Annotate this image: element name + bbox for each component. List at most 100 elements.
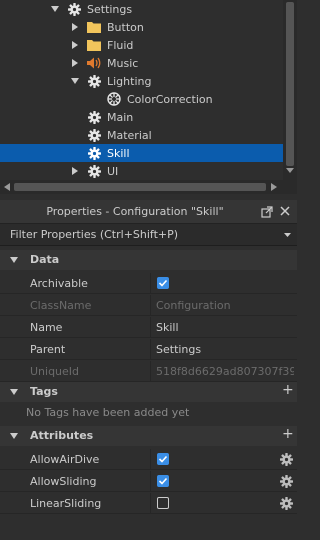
scroll-left-icon[interactable] [4, 183, 10, 191]
properties-header: Properties - Configuration "Skill" [0, 200, 297, 224]
tree-item-button[interactable]: Button [0, 18, 283, 36]
tree-item-fluid[interactable]: Fluid [0, 36, 283, 54]
attribute-row-allowairdive: AllowAirDive [0, 449, 297, 470]
column-divider [150, 493, 151, 514]
tree-item-label: Lighting [107, 74, 152, 88]
attribute-row-linearsliding: LinearSliding [0, 493, 297, 514]
name-value-field[interactable]: Skill [156, 321, 294, 334]
filter-properties-input[interactable] [0, 224, 280, 245]
tree-item-skill[interactable]: Skill [0, 144, 283, 162]
tree-item-label: Material [107, 128, 152, 142]
tree-item-label: ColorCorrection [127, 92, 213, 106]
property-name: UniqueId [30, 365, 80, 378]
property-row-archivable: Archivable [0, 273, 297, 294]
tree-item-colorcorrection[interactable]: ColorCorrection [0, 90, 283, 108]
collapsed-arrow-icon[interactable] [70, 22, 80, 32]
checkmark-icon [158, 455, 168, 463]
tree-item-label: UI [107, 164, 119, 178]
no-tags-message: No Tags have been added yet [26, 406, 190, 419]
tree-item-label: Button [107, 20, 144, 34]
scroll-right-icon[interactable] [271, 183, 277, 191]
gear-icon [87, 128, 101, 142]
explorer-panel: Settings Button Fluid Music Lighting Col… [0, 0, 297, 196]
tree-item-label: Skill [107, 146, 130, 160]
archivable-checkbox[interactable] [157, 277, 169, 289]
horizontal-scrollbar[interactable] [0, 180, 297, 194]
speaker-icon [87, 56, 101, 70]
section-data[interactable]: Data [0, 250, 297, 270]
attribute-name: AllowSliding [30, 475, 97, 488]
expanded-arrow-icon[interactable] [50, 4, 60, 14]
gear-icon [87, 74, 101, 88]
column-divider [150, 449, 151, 470]
tree-item-lighting[interactable]: Lighting [0, 72, 283, 90]
section-attributes[interactable]: Attributes + [0, 426, 297, 446]
tree-item-label: Music [107, 56, 139, 70]
property-row-uniqueid: UniqueId 518f8d6629ad807307f39... [0, 361, 297, 382]
property-row-name: Name Skill [0, 317, 297, 338]
column-divider [150, 273, 151, 294]
property-row-parent: Parent Settings [0, 339, 297, 360]
checkmark-icon [158, 279, 168, 287]
gear-icon [87, 110, 101, 124]
property-row-classname: ClassName Configuration [0, 295, 297, 316]
column-divider [150, 317, 151, 338]
tree-item-label: Settings [87, 2, 133, 16]
collapsed-arrow-icon[interactable] [70, 40, 80, 50]
attribute-name: AllowAirDive [30, 453, 100, 466]
attribute-row-allowsliding: AllowSliding [0, 471, 297, 492]
gear-icon [87, 146, 101, 160]
attribute-name: LinearSliding [30, 497, 102, 510]
collapsed-arrow-icon[interactable] [70, 58, 80, 68]
tree-item-material[interactable]: Material [0, 126, 283, 144]
panel-empty-area [0, 518, 297, 540]
checkmark-icon [158, 477, 168, 485]
property-value: Configuration [156, 299, 231, 312]
property-name: ClassName [30, 299, 92, 312]
allowairdive-checkbox[interactable] [157, 453, 169, 465]
property-name: Archivable [30, 277, 88, 290]
tree-item-label: Fluid [107, 38, 134, 52]
section-tags[interactable]: Tags + [0, 382, 297, 402]
expanded-arrow-icon[interactable] [70, 76, 80, 86]
column-divider [150, 361, 151, 382]
property-name: Parent [30, 343, 66, 356]
tree-item-ui[interactable]: UI [0, 162, 283, 180]
folder-icon [87, 38, 101, 52]
attribute-settings-gear-icon[interactable] [280, 497, 293, 510]
close-icon[interactable] [279, 205, 291, 217]
column-divider [150, 471, 151, 492]
tree-item-main[interactable]: Main [0, 108, 283, 126]
column-divider [150, 339, 151, 360]
tree-item-label: Main [107, 110, 134, 124]
undock-icon[interactable] [261, 206, 273, 218]
gear-icon [87, 164, 101, 178]
section-label: Data [30, 253, 60, 266]
scrollbar-thumb[interactable] [14, 183, 266, 191]
collapsed-arrow-icon[interactable] [70, 166, 80, 176]
scrollbar-thumb[interactable] [286, 2, 294, 166]
attribute-settings-gear-icon[interactable] [280, 475, 293, 488]
property-name: Name [30, 321, 63, 334]
section-label: Attributes [30, 429, 94, 442]
section-label: Tags [30, 385, 58, 398]
tree-item-settings[interactable]: Settings [0, 0, 283, 18]
tree-item-music[interactable]: Music [0, 54, 283, 72]
add-attribute-button[interactable]: + [282, 426, 294, 442]
expanded-arrow-icon[interactable] [10, 257, 18, 263]
allowsliding-checkbox[interactable] [157, 475, 169, 487]
scroll-down-icon[interactable] [286, 168, 294, 176]
chevron-down-icon[interactable] [284, 233, 291, 238]
parent-value-field[interactable]: Settings [156, 343, 294, 356]
property-value: 518f8d6629ad807307f39... [156, 365, 294, 378]
add-tag-button[interactable]: + [282, 382, 294, 398]
expanded-arrow-icon[interactable] [10, 389, 18, 395]
attribute-settings-gear-icon[interactable] [280, 453, 293, 466]
filter-bar [0, 224, 297, 246]
gear-icon [67, 2, 81, 16]
vertical-scrollbar[interactable] [283, 0, 297, 180]
expanded-arrow-icon[interactable] [10, 433, 18, 439]
color-correction-icon [107, 92, 121, 106]
linearsliding-checkbox[interactable] [157, 497, 169, 509]
folder-icon [87, 20, 101, 34]
